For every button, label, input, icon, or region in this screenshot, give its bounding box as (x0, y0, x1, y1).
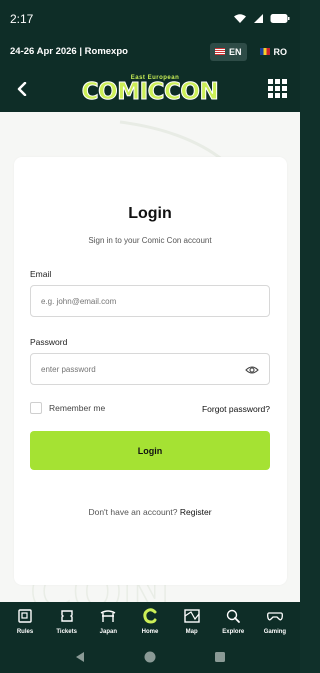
nav-tab-tickets[interactable]: Tickets (48, 607, 86, 640)
system-recents-icon[interactable] (214, 651, 226, 663)
home-logo-icon (143, 608, 157, 624)
menu-grid-button[interactable] (268, 79, 288, 99)
password-label: Password (30, 337, 68, 347)
status-bar: 2:17 (0, 0, 300, 37)
gaming-icon (266, 612, 283, 621)
ro-flag-icon (259, 48, 270, 55)
language-ro-button[interactable]: RO (255, 43, 293, 61)
eye-icon[interactable] (245, 363, 259, 377)
language-en-label: EN (228, 46, 242, 57)
nav-label-gaming: Gaming (263, 629, 287, 635)
register-prompt-text: Don't have an account? (88, 507, 178, 517)
nav-tab-rules[interactable]: Rules (6, 607, 44, 640)
event-info-bar: 24-26 Apr 2026 | Romexpo EN RO (0, 37, 300, 66)
password-input[interactable] (41, 364, 259, 374)
wifi-icon (234, 14, 246, 23)
nav-label-rules: Rules (16, 629, 34, 635)
forgot-password-link[interactable]: Forgot password? (202, 404, 270, 414)
tickets-icon (60, 610, 73, 622)
rules-icon (18, 609, 32, 623)
login-subtitle: Sign in to your Comic Con account (88, 236, 212, 245)
login-title: Login (128, 205, 172, 222)
back-button[interactable] (12, 79, 32, 99)
status-time: 2:17 (10, 11, 34, 26)
battery-icon (270, 14, 290, 23)
bottom-navigation: Rules Tickets Japan Home Map Explore Gam… (0, 602, 300, 640)
remember-me-checkbox[interactable] (30, 402, 42, 414)
us-flag-icon (214, 48, 225, 55)
event-dates-venue: 24-26 Apr 2026 | Romexpo (10, 46, 128, 57)
system-back-icon[interactable] (74, 651, 86, 663)
app-header: East European COMICCON (0, 66, 300, 112)
email-label: Email (30, 269, 52, 279)
map-icon (183, 609, 200, 623)
chevron-left-icon (17, 82, 27, 96)
nav-label-map: Map (185, 629, 198, 635)
language-en-button[interactable]: EN (209, 42, 247, 61)
register-prompt: Don't have an account? Register (0, 507, 300, 517)
logo-main-text: COMICCON (81, 78, 219, 105)
nav-label-home: Home (141, 629, 159, 635)
nav-tab-gaming[interactable]: Gaming (256, 607, 294, 640)
nav-tab-japan[interactable]: Japan (89, 607, 127, 640)
remember-me[interactable]: Remember me (30, 402, 105, 414)
password-field[interactable] (30, 353, 270, 385)
email-input[interactable] (41, 296, 259, 306)
register-link[interactable]: Register (180, 507, 212, 517)
nav-tab-explore[interactable]: Explore (214, 607, 252, 640)
system-navigation-bar (0, 640, 300, 673)
nav-tab-map[interactable]: Map (173, 607, 211, 640)
email-field[interactable] (30, 285, 270, 317)
nav-label-tickets: Tickets (56, 629, 77, 635)
nav-label-japan: Japan (99, 629, 117, 635)
nav-tab-home[interactable]: Home (131, 607, 169, 640)
nav-label-explore: Explore (222, 629, 245, 635)
japan-icon (100, 610, 116, 622)
login-button[interactable]: Login (30, 431, 270, 470)
signal-icon (254, 14, 263, 23)
explore-icon (227, 609, 241, 623)
comic-con-logo[interactable]: East European COMICCON (81, 75, 219, 105)
remember-me-label: Remember me (49, 403, 106, 413)
system-home-icon[interactable] (144, 651, 156, 663)
system-icons (233, 13, 290, 24)
language-switcher: EN RO (209, 42, 293, 61)
language-ro-label: RO (273, 46, 288, 57)
